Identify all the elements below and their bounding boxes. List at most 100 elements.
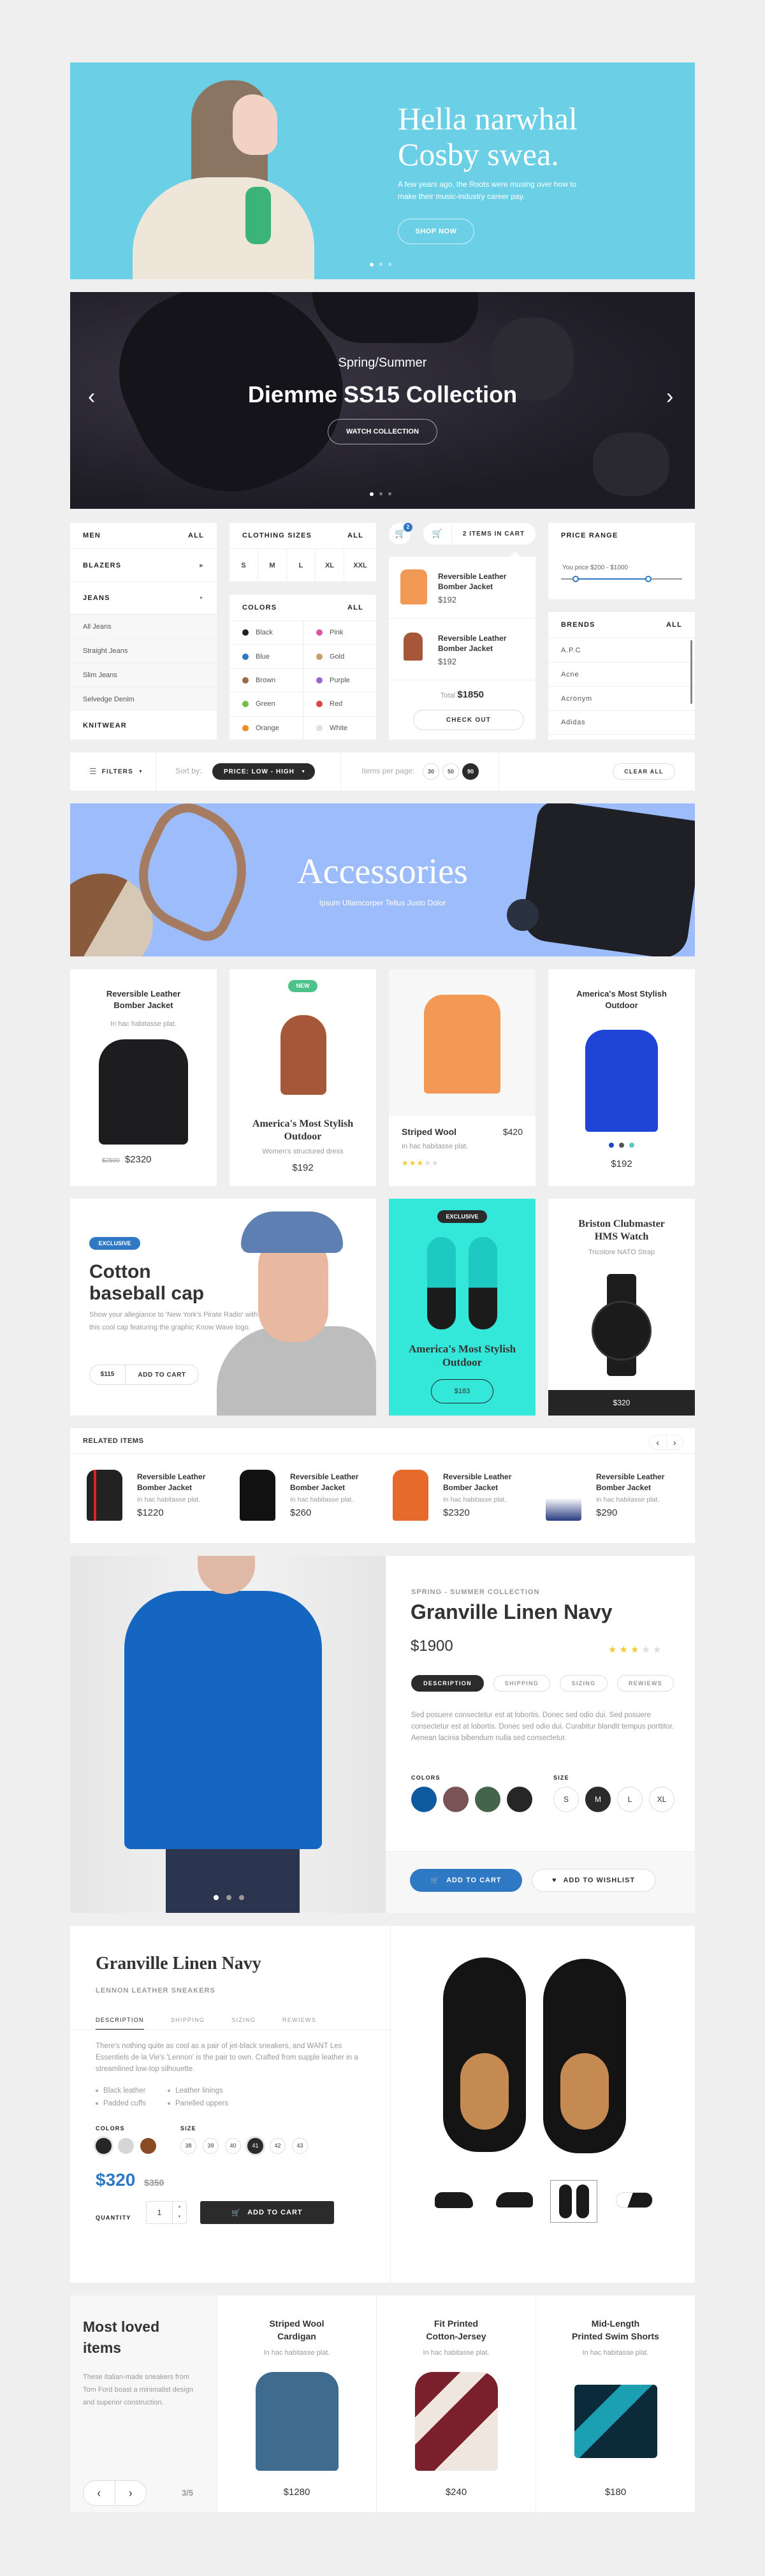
add-to-cart-button[interactable]: $115 ADD TO CART — [89, 1365, 199, 1385]
price-range-slider[interactable] — [561, 576, 682, 582]
subcategory-item[interactable]: Straight Jeans — [70, 638, 217, 662]
tab-sizing[interactable]: SIZING — [231, 2017, 256, 2030]
size-option[interactable]: 39 — [203, 2138, 219, 2154]
slider-handle-max[interactable] — [645, 576, 652, 582]
tab-sizing[interactable]: SIZING — [560, 1675, 608, 1692]
color-swatch[interactable] — [411, 1787, 437, 1812]
carousel-dots[interactable] — [370, 263, 391, 267]
chevron-right-icon[interactable]: › — [115, 2481, 147, 2505]
size-option[interactable]: XL — [649, 1787, 674, 1812]
tab-description[interactable]: DESCRIPTION — [96, 2017, 144, 2030]
next-slide-arrow-icon[interactable]: › — [666, 386, 675, 407]
cart-item[interactable]: Reversible Leather Bomber Jacket $192 — [389, 557, 536, 618]
color-swatch[interactable] — [507, 1787, 532, 1812]
promo-cap-card[interactable]: EXCLUSIVE Cotton baseball cap Show your a… — [70, 1199, 376, 1416]
size-option[interactable]: 38 — [180, 2138, 196, 2154]
cart-item[interactable]: Reversible Leather Bomber Jacket $192 — [389, 618, 536, 680]
related-item[interactable]: Reversible Leather Bomber Jacket In hac ha… — [236, 1467, 376, 1530]
tab-shipping[interactable]: SHIPPING — [493, 1675, 550, 1692]
related-item[interactable]: Reversible Leather Bomber Jacket In hac ha… — [542, 1467, 682, 1530]
size-option[interactable]: L — [617, 1787, 643, 1812]
per-page-option[interactable]: 50 — [442, 763, 459, 780]
carousel-dots[interactable] — [214, 1895, 244, 1900]
scrollbar[interactable] — [690, 640, 692, 704]
carousel-nav[interactable]: ‹ › — [649, 1435, 683, 1450]
color-swatch[interactable] — [475, 1787, 500, 1812]
shop-now-button[interactable]: SHOP NOW — [398, 219, 474, 244]
subcategory-item[interactable]: Slim Jeans — [70, 662, 217, 687]
color-option[interactable]: Gold — [303, 644, 376, 668]
cart-icon-button[interactable]: 🛒 2 — [389, 523, 412, 545]
size-option[interactable]: XXL — [344, 549, 376, 582]
product-card[interactable]: Mid-Length Printed Swim Shorts In hac habi… — [536, 2295, 695, 2512]
chevron-right-icon[interactable]: › — [667, 1435, 683, 1449]
thumbnail[interactable] — [435, 2192, 473, 2208]
size-option[interactable]: 43 — [292, 2138, 308, 2154]
tab-rewiews[interactable]: REWIEWS — [617, 1675, 674, 1692]
quantity-stepper[interactable]: 1 ▲ ▼ — [146, 2201, 187, 2224]
add-to-cart-button[interactable]: 🛒 ADD TO CART — [200, 2201, 334, 2224]
color-swatch[interactable] — [443, 1787, 469, 1812]
size-option[interactable]: 40 — [225, 2138, 241, 2154]
color-option[interactable]: Purple — [303, 668, 376, 692]
promo-sneaker-card[interactable]: EXCLUSIVE America's Most Stylish Outdoor … — [389, 1199, 536, 1416]
prev-slide-arrow-icon[interactable]: ‹ — [88, 386, 97, 407]
color-option[interactable]: Pink — [303, 620, 376, 644]
decrement-icon[interactable]: ▼ — [173, 2212, 186, 2222]
clear-all-button[interactable]: CLEAR ALL — [613, 763, 675, 780]
color-option[interactable]: Orange — [229, 715, 303, 740]
increment-icon[interactable]: ▲ — [173, 2202, 186, 2212]
size-option[interactable]: S — [229, 549, 258, 582]
cart-summary-pill[interactable]: 🛒 2 ITEMS IN CART — [423, 523, 536, 545]
checkout-button[interactable]: CHECK OUT — [413, 710, 524, 730]
category-knitwear[interactable]: KNITWEAR — [70, 711, 217, 740]
color-swatch[interactable] — [118, 2138, 134, 2154]
color-swatch[interactable] — [96, 2138, 112, 2154]
product-card[interactable]: Fit Printed Cotton-Jersey In hac habitasse… — [376, 2295, 536, 2512]
price-button[interactable]: $183 — [431, 1379, 493, 1403]
size-option[interactable]: L — [287, 549, 316, 582]
size-option[interactable]: 42 — [270, 2138, 286, 2154]
quantity-input[interactable]: 1 — [147, 2202, 172, 2223]
per-page-option-selected[interactable]: 90 — [462, 763, 479, 780]
brand-option[interactable]: Acne — [548, 662, 695, 686]
carousel-dots[interactable] — [370, 492, 391, 496]
related-item[interactable]: Reversible Leather Bomber Jacket In hac ha… — [389, 1467, 529, 1530]
filter-all-link[interactable]: ALL — [666, 621, 682, 629]
category-blazers[interactable]: BLAZERS ▶ — [70, 548, 217, 582]
color-option[interactable]: Red — [303, 692, 376, 715]
per-page-option[interactable]: 30 — [423, 763, 439, 780]
chevron-left-icon[interactable]: ‹ — [84, 2481, 115, 2505]
slider-handle-min[interactable] — [572, 576, 579, 582]
tab-shipping[interactable]: SHIPPING — [171, 2017, 205, 2030]
color-swatch[interactable] — [629, 1143, 634, 1148]
add-to-wishlist-button[interactable]: ♥ ADD TO WISHLIST — [532, 1869, 655, 1892]
color-option[interactable]: Brown — [229, 668, 303, 692]
color-option[interactable]: Blue — [229, 644, 303, 668]
size-option[interactable]: XL — [316, 549, 344, 582]
product-card[interactable]: NEW America's Most Stylish Outdoor Women'… — [229, 969, 376, 1186]
size-option[interactable]: M — [258, 549, 287, 582]
sort-dropdown[interactable]: PRICE: LOW - HIGH ▼ — [212, 763, 315, 780]
color-option[interactable]: Green — [229, 692, 303, 716]
chevron-left-icon[interactable]: ‹ — [650, 1435, 667, 1449]
size-option[interactable]: 41 — [247, 2138, 263, 2154]
filter-all-link[interactable]: ALL — [347, 532, 363, 539]
tab-rewiews[interactable]: REWIEWS — [282, 2017, 316, 2030]
category-jeans[interactable]: JEANS ▼ — [70, 582, 217, 614]
add-to-cart-button[interactable]: 🛒 ADD TO CART — [410, 1869, 522, 1892]
subcategory-item[interactable]: Selvedge Denim — [70, 687, 217, 711]
accessories-banner[interactable]: Accessories Ipsum Ullamcorper Tellus Jus… — [70, 803, 695, 956]
color-swatches[interactable] — [548, 1143, 695, 1148]
product-card[interactable]: America's Most Stylish Outdoor $192 — [548, 969, 695, 1186]
thumbnail[interactable] — [616, 2192, 653, 2208]
color-swatch[interactable] — [140, 2138, 156, 2154]
brand-option[interactable]: A.P.C — [548, 638, 695, 662]
carousel-nav[interactable]: ‹ › — [83, 2480, 147, 2506]
filter-all-link[interactable]: ALL — [188, 532, 204, 539]
product-card[interactable]: Striped Wool Cardigan In hac habitasse pla… — [217, 2295, 376, 2512]
promo-watch-card[interactable]: Briston Clubmaster HMS Watch Tricolore NA… — [548, 1199, 695, 1416]
product-card[interactable]: Striped Wool $420 In hac habitasse plat.… — [389, 969, 536, 1186]
product-card[interactable]: Reversible Leather Bomber Jacket In hac h… — [70, 969, 217, 1186]
color-option[interactable]: Black — [229, 620, 303, 645]
